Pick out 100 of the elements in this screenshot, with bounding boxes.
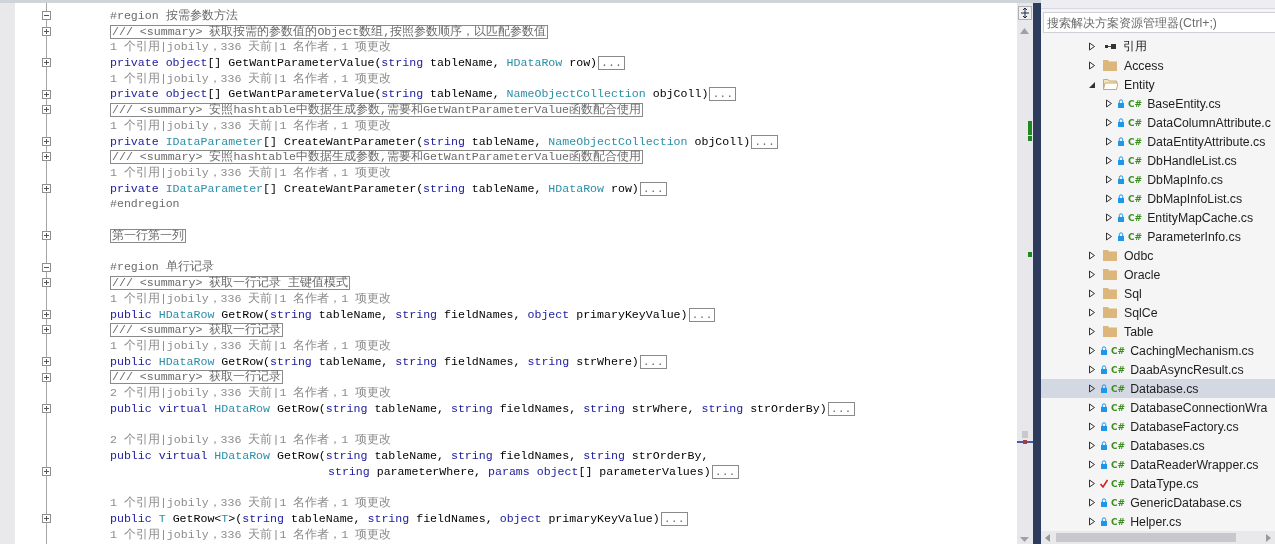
- collapsed-comment[interactable]: /// <summary> 获取一行记录: [110, 370, 284, 385]
- tree-item[interactable]: C# DatabaseFactory.cs: [1041, 417, 1275, 436]
- expand-arrow-icon[interactable]: [1088, 460, 1096, 469]
- expand-icon[interactable]: [42, 231, 51, 241]
- expand-arrow-icon[interactable]: [1088, 308, 1096, 317]
- expand-arrow-icon[interactable]: [1105, 137, 1113, 146]
- tree-item[interactable]: 引用: [1041, 37, 1275, 56]
- tree-item[interactable]: C# DaabAsyncResult.cs: [1041, 360, 1275, 379]
- collapsed-code-marker[interactable]: ...: [709, 87, 737, 102]
- collapse-icon[interactable]: [42, 262, 51, 272]
- expand-icon[interactable]: [42, 325, 51, 335]
- expand-icon[interactable]: [42, 26, 51, 36]
- expand-icon[interactable]: [42, 309, 51, 319]
- tree-item[interactable]: C# EntityMapCache.cs: [1041, 208, 1275, 227]
- expand-icon[interactable]: [42, 372, 51, 382]
- collapsed-comment[interactable]: /// <summary> 获取一行记录 主键值模式: [110, 276, 351, 291]
- tree-item[interactable]: Access: [1041, 56, 1275, 75]
- tree-item[interactable]: C# DbMapInfo.cs: [1041, 170, 1275, 189]
- tree-item[interactable]: C# ParameterInfo.cs: [1041, 227, 1275, 246]
- expand-icon[interactable]: [42, 278, 51, 288]
- expand-icon[interactable]: [42, 58, 51, 68]
- collapsed-code-marker[interactable]: ...: [598, 56, 625, 70]
- collapsed-code-marker[interactable]: ...: [711, 464, 739, 479]
- tree-item[interactable]: C# GenericDatabase.cs: [1041, 493, 1275, 512]
- tree-item[interactable]: C# DataType.cs: [1041, 474, 1275, 493]
- expand-arrow-icon[interactable]: [1088, 346, 1096, 355]
- scroll-thumb[interactable]: [1022, 431, 1028, 438]
- expand-arrow-icon[interactable]: [1088, 384, 1096, 393]
- expand-arrow-icon[interactable]: [1088, 270, 1096, 279]
- search-field[interactable]: 搜索解决方案资源管理器(Ctrl+;): [1043, 12, 1275, 33]
- tree-item[interactable]: C# Database.cs: [1041, 379, 1275, 398]
- expand-arrow-icon[interactable]: [1105, 99, 1113, 108]
- collapse-icon[interactable]: [42, 11, 51, 20]
- expand-arrow-icon[interactable]: [1105, 156, 1113, 165]
- expand-arrow-icon[interactable]: [1088, 422, 1096, 431]
- split-icon[interactable]: [1018, 6, 1032, 20]
- expand-arrow-icon[interactable]: [1088, 517, 1096, 526]
- expand-arrow-icon[interactable]: [1088, 251, 1096, 260]
- tree-item[interactable]: Odbc: [1041, 246, 1275, 265]
- collapsed-code-marker[interactable]: ...: [639, 354, 667, 369]
- tree-item[interactable]: C# DataColumnAttribute.c: [1041, 113, 1275, 132]
- tree-item[interactable]: C# DatabaseConnectionWra: [1041, 398, 1275, 417]
- codelens-info[interactable]: 2 个引用|jobily，336 天前|1 名作者，1 项更改: [110, 433, 392, 448]
- codelens-info[interactable]: 1 个引用|jobily，336 天前|1 名作者，1 项更改: [110, 71, 392, 86]
- expand-arrow-icon[interactable]: [1088, 365, 1096, 374]
- codelens-info[interactable]: 2 个引用|jobily，336 天前|1 名作者，1 项更改: [110, 386, 392, 401]
- collapsed-comment[interactable]: /// <summary> 获取按需的参数值的Object数组,按照参数顺序，以匹配参数值: [110, 24, 549, 39]
- expand-icon[interactable]: [42, 466, 51, 476]
- expand-arrow-icon[interactable]: [1088, 289, 1096, 298]
- expand-arrow-icon[interactable]: [1088, 441, 1096, 450]
- expand-icon[interactable]: [42, 514, 51, 523]
- expand-icon[interactable]: [42, 356, 51, 366]
- tree-item[interactable]: Entity: [1041, 75, 1275, 94]
- codelens-info[interactable]: 1 个引用|jobily，336 天前|1 名作者，1 项更改: [110, 118, 392, 133]
- expand-icon[interactable]: [42, 152, 51, 162]
- tree-item[interactable]: C# CachingMechanism.cs: [1041, 341, 1275, 360]
- collapsed-comment[interactable]: /// <summary> 安照hashtable中数据生成参数,需要和GetWantParameterValue函数配合使用: [110, 103, 644, 118]
- collapsed-comment[interactable]: /// <summary> 获取一行记录: [110, 323, 284, 338]
- tree-item[interactable]: Table: [1041, 322, 1275, 341]
- expand-arrow-icon[interactable]: [1088, 498, 1096, 507]
- tree-item[interactable]: C# DbHandleList.cs: [1041, 151, 1275, 170]
- tree-item[interactable]: C# DbMapInfoList.cs: [1041, 189, 1275, 208]
- collapsed-code-marker[interactable]: ...: [688, 307, 716, 322]
- tree-item[interactable]: C# Helper.cs: [1041, 512, 1275, 531]
- collapsed-code-marker[interactable]: ...: [827, 401, 855, 416]
- expand-icon[interactable]: [42, 403, 51, 413]
- expand-arrow-icon[interactable]: [1105, 232, 1113, 241]
- expand-arrow-icon[interactable]: [1105, 175, 1113, 184]
- tree-item[interactable]: C# DataReaderWrapper.cs: [1041, 455, 1275, 474]
- collapse-arrow-icon[interactable]: [1088, 80, 1096, 89]
- tree-item[interactable]: C# DataEntityAttribute.cs: [1041, 132, 1275, 151]
- expand-arrow-icon[interactable]: [1088, 42, 1096, 51]
- expand-arrow-icon[interactable]: [1105, 213, 1113, 222]
- tree-item[interactable]: Sql: [1041, 284, 1275, 303]
- collapsed-code-marker[interactable]: ...: [660, 511, 688, 526]
- tree-item[interactable]: SqlCe: [1041, 303, 1275, 322]
- codelens-info[interactable]: 1 个引用|jobily，336 天前|1 名作者，1 项更改: [110, 166, 392, 181]
- expand-arrow-icon[interactable]: [1088, 403, 1096, 412]
- collapsed-code-marker[interactable]: ...: [751, 134, 778, 149]
- codelens-info[interactable]: 1 个引用|jobily，336 天前|1 名作者，1 项更改: [110, 291, 392, 306]
- expand-icon[interactable]: [42, 89, 51, 99]
- expand-arrow-icon[interactable]: [1088, 61, 1096, 70]
- expand-icon[interactable]: [42, 105, 51, 115]
- scroll-thumb[interactable]: [1056, 533, 1236, 542]
- collapsed-code-marker[interactable]: ...: [639, 181, 667, 196]
- collapsed-comment[interactable]: /// <summary> 安照hashtable中数据生成参数,需要和GetWantParameterValue函数配合使用: [110, 150, 644, 165]
- tree-item[interactable]: C# Databases.cs: [1041, 436, 1275, 455]
- expand-arrow-icon[interactable]: [1088, 327, 1096, 336]
- expand-arrow-icon[interactable]: [1088, 479, 1096, 488]
- expand-arrow-icon[interactable]: [1105, 118, 1113, 127]
- collapsed-comment[interactable]: 第一行第一列: [110, 228, 186, 243]
- tree-item[interactable]: Oracle: [1041, 265, 1275, 284]
- codelens-info[interactable]: 1 个引用|jobily，336 天前|1 名作者，1 项更改: [110, 496, 392, 511]
- codelens-info[interactable]: 1 个引用|jobily，336 天前|1 名作者，1 项更改: [110, 40, 392, 55]
- codelens-info[interactable]: 1 个引用|jobily，336 天前|1 名作者，1 项更改: [110, 338, 392, 353]
- expand-icon[interactable]: [42, 183, 51, 193]
- tree-item[interactable]: C# BaseEntity.cs: [1041, 94, 1275, 113]
- expand-icon[interactable]: [42, 136, 51, 146]
- expand-arrow-icon[interactable]: [1105, 194, 1113, 203]
- codelens-info[interactable]: 1 个引用|jobily，336 天前|1 名作者，1 项更改: [110, 527, 392, 542]
